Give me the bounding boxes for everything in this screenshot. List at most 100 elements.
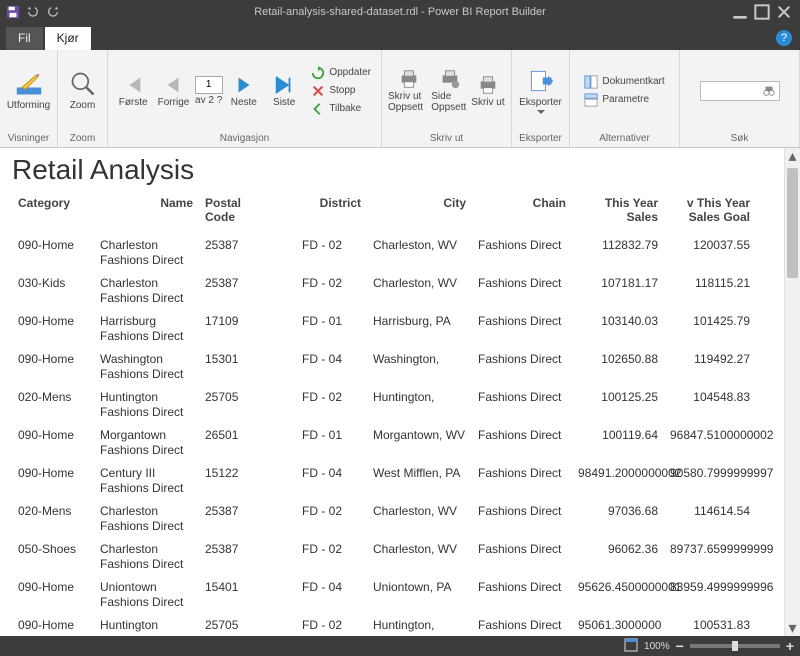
cell-sales: 102650.88 xyxy=(572,348,664,386)
prev-page-button[interactable]: Forrige xyxy=(154,74,192,108)
col-name: Name xyxy=(94,192,199,234)
cell-district: FD - 02 xyxy=(277,386,367,424)
cell-name: Washington Fashions Direct xyxy=(94,348,199,386)
cell-name: Charleston Fashions Direct xyxy=(94,500,199,538)
group-label-views: Visninger xyxy=(0,131,57,147)
cell-district: FD - 04 xyxy=(277,462,367,500)
cell-postal: 25387 xyxy=(199,500,277,538)
cell-category: 050-Shoes xyxy=(12,538,94,576)
cell-city: Morgantown, WV xyxy=(367,424,472,462)
cell-postal: 26501 xyxy=(199,424,277,462)
cell-name: Charleston Fashions Direct xyxy=(94,234,199,272)
chevron-down-icon xyxy=(537,110,545,114)
stop-button[interactable]: Stopp xyxy=(309,83,375,99)
close-button[interactable] xyxy=(776,4,792,20)
group-label-options: Alternativer xyxy=(570,131,679,147)
table-row: 030-KidsCharleston Fashions Direct25387F… xyxy=(12,272,756,310)
status-bar: 100% − + xyxy=(0,636,800,656)
cell-district: FD - 02 xyxy=(277,234,367,272)
tab-run[interactable]: Kjør xyxy=(45,27,91,50)
scroll-thumb[interactable] xyxy=(787,168,798,278)
cell-district: FD - 04 xyxy=(277,348,367,386)
cell-category: 090-Home xyxy=(12,424,94,462)
zoom-button[interactable]: Zoom xyxy=(64,70,101,111)
tab-file[interactable]: Fil xyxy=(6,27,43,50)
cell-district: FD - 04 xyxy=(277,576,367,614)
cell-city: Harrisburg, PA xyxy=(367,310,472,348)
table-header-row: Category Name Postal Code District City … xyxy=(12,192,756,234)
undo-icon[interactable] xyxy=(26,5,40,19)
vertical-scrollbar[interactable]: ▴ ▾ xyxy=(784,148,800,636)
cell-city: Washington, xyxy=(367,348,472,386)
cell-goal: 100531.83 xyxy=(664,614,756,636)
cell-postal: 25387 xyxy=(199,234,277,272)
search-input[interactable] xyxy=(700,81,780,101)
view-mode-icon[interactable] xyxy=(624,638,638,655)
page-indicator: av 2 ? xyxy=(195,76,223,106)
cell-chain: Fashions Direct xyxy=(472,424,572,462)
cell-sales: 112832.79 xyxy=(572,234,664,272)
save-icon[interactable] xyxy=(6,5,20,19)
cell-postal: 25387 xyxy=(199,538,277,576)
binoculars-icon xyxy=(762,84,776,98)
first-page-button[interactable]: Første xyxy=(114,74,152,108)
report-title: Retail Analysis xyxy=(12,154,780,186)
cell-goal: 83959.4999999996 xyxy=(664,576,756,614)
table-row: 090-HomeUniontown Fashions Direct15401FD… xyxy=(12,576,756,614)
next-page-button[interactable]: Neste xyxy=(225,74,263,108)
page-total: av 2 ? xyxy=(195,95,222,106)
scroll-up-icon[interactable]: ▴ xyxy=(785,148,800,164)
cell-postal: 15301 xyxy=(199,348,277,386)
export-button[interactable]: Eksporter xyxy=(518,67,563,114)
cell-name: Century III Fashions Direct xyxy=(94,462,199,500)
col-city: City xyxy=(367,192,472,234)
group-label-zoom: Zoom xyxy=(58,131,107,147)
zoom-in-button[interactable]: + xyxy=(786,638,794,654)
cell-chain: Fashions Direct xyxy=(472,272,572,310)
cell-city: Uniontown, PA xyxy=(367,576,472,614)
cell-chain: Fashions Direct xyxy=(472,310,572,348)
title-bar: Retail-analysis-shared-dataset.rdl - Pow… xyxy=(0,0,800,24)
group-label-nav: Navigasjon xyxy=(108,131,381,147)
scroll-down-icon[interactable]: ▾ xyxy=(785,620,800,636)
cell-sales: 95061.3000000 xyxy=(572,614,664,636)
cell-chain: Fashions Direct xyxy=(472,348,572,386)
cell-district: FD - 02 xyxy=(277,538,367,576)
design-button[interactable]: Utforming xyxy=(6,70,51,111)
cell-category: 090-Home xyxy=(12,234,94,272)
cell-name: Uniontown Fashions Direct xyxy=(94,576,199,614)
zoom-slider[interactable] xyxy=(690,644,780,648)
page-setup-button[interactable]: Side Oppsett xyxy=(431,68,469,113)
col-district: District xyxy=(277,192,367,234)
cell-category: 090-Home xyxy=(12,348,94,386)
cell-chain: Fashions Direct xyxy=(472,576,572,614)
cell-district: FD - 01 xyxy=(277,310,367,348)
cell-category: 090-Home xyxy=(12,310,94,348)
help-icon[interactable]: ? xyxy=(776,30,792,46)
cell-sales: 100125.25 xyxy=(572,386,664,424)
cell-goal: 104548.83 xyxy=(664,386,756,424)
page-input[interactable] xyxy=(195,76,223,94)
cell-name: Harrisburg Fashions Direct xyxy=(94,310,199,348)
cell-postal: 15401 xyxy=(199,576,277,614)
cell-chain: Fashions Direct xyxy=(472,500,572,538)
maximize-button[interactable] xyxy=(754,4,770,20)
back-button[interactable]: Tilbake xyxy=(309,101,375,117)
col-goal: v This Year Sales Goal xyxy=(664,192,756,234)
print-layout-button[interactable]: Skriv ut Oppsett xyxy=(388,68,429,113)
redo-icon[interactable] xyxy=(46,5,60,19)
refresh-button[interactable]: Oppdater xyxy=(309,65,375,81)
parameters-button[interactable]: Parametre xyxy=(582,92,666,108)
cell-sales: 107181.17 xyxy=(572,272,664,310)
report-viewer: Retail Analysis Category Name Postal Cod… xyxy=(0,148,800,636)
cell-name: Charleston Fashions Direct xyxy=(94,538,199,576)
print-button[interactable]: Skriv ut xyxy=(471,74,505,108)
table-row: 020-MensCharleston Fashions Direct25387F… xyxy=(12,500,756,538)
cell-city: Charleston, WV xyxy=(367,538,472,576)
data-table: Category Name Postal Code District City … xyxy=(12,192,756,636)
cell-sales: 95626.4500000001 xyxy=(572,576,664,614)
document-map-button[interactable]: Dokumentkart xyxy=(582,74,666,90)
zoom-out-button[interactable]: − xyxy=(676,638,684,654)
last-page-button[interactable]: Siste xyxy=(265,74,303,108)
minimize-button[interactable] xyxy=(732,4,748,20)
